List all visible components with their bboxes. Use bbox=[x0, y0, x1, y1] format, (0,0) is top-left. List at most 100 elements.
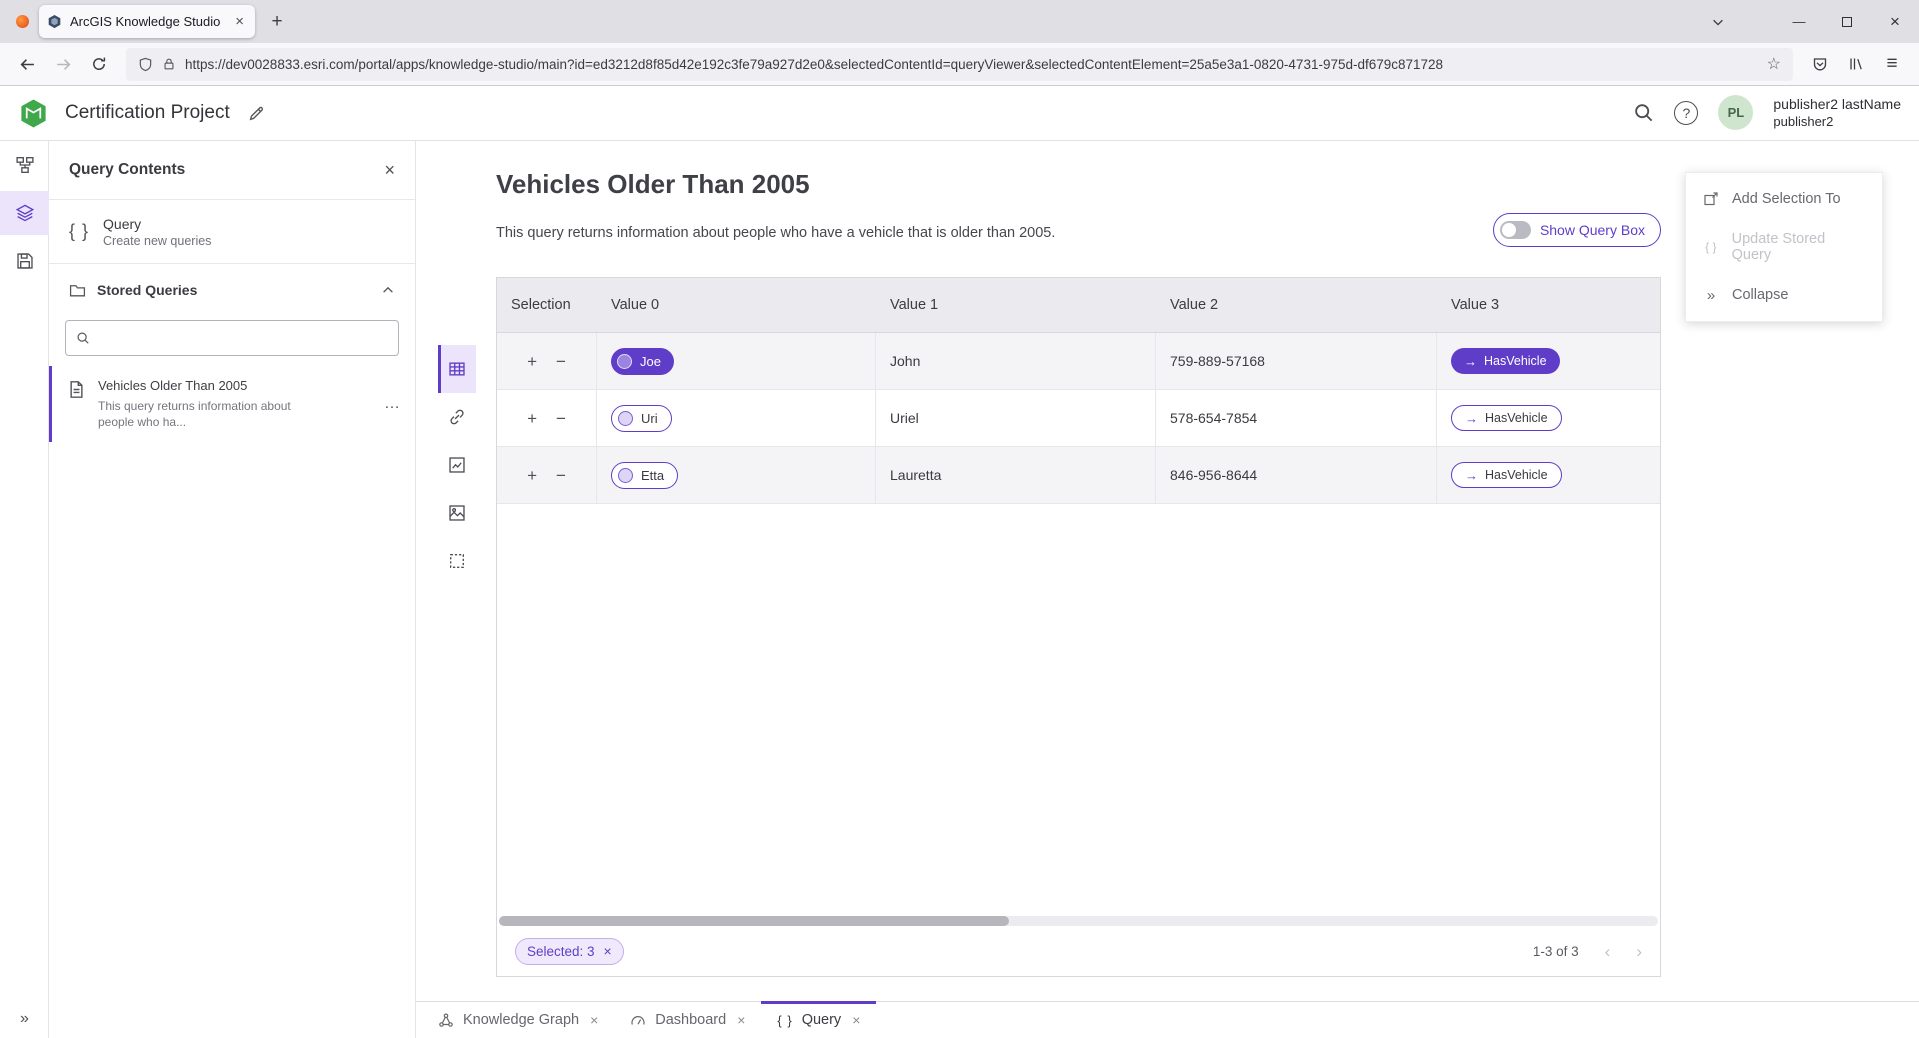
url-text[interactable]: https://dev0028833.esri.com/portal/apps/… bbox=[185, 57, 1758, 72]
library-icon[interactable] bbox=[1839, 48, 1873, 80]
horizontal-scrollbar[interactable] bbox=[499, 916, 1658, 926]
url-bar[interactable]: https://dev0028833.esri.com/portal/apps/… bbox=[126, 48, 1793, 81]
panel-close-icon[interactable]: × bbox=[384, 160, 395, 181]
stored-queries-search[interactable] bbox=[65, 320, 399, 356]
menu-item-label: Add Selection To bbox=[1732, 191, 1841, 207]
entity-label: Etta bbox=[641, 468, 664, 483]
show-query-box-label: Show Query Box bbox=[1540, 222, 1645, 238]
table-row[interactable]: + − Uri Uriel 578-654-7854 → bbox=[497, 390, 1660, 447]
tab-dashboard[interactable]: Dashboard × bbox=[614, 1002, 761, 1038]
chart-view-icon[interactable] bbox=[438, 441, 476, 489]
clear-selection-icon[interactable]: × bbox=[604, 943, 612, 959]
braces-icon: { } bbox=[1702, 240, 1720, 254]
entity-circle-icon bbox=[618, 468, 633, 483]
view-toolbar bbox=[438, 345, 476, 585]
minimize-button[interactable]: — bbox=[1775, 0, 1823, 43]
next-page-icon[interactable]: › bbox=[1636, 943, 1642, 960]
remove-from-selection-button[interactable]: − bbox=[556, 467, 566, 484]
search-icon[interactable] bbox=[1633, 102, 1654, 123]
relationship-pill[interactable]: → HasVehicle bbox=[1451, 405, 1562, 431]
tab-close-icon[interactable]: × bbox=[232, 13, 247, 30]
map-view-icon[interactable] bbox=[438, 489, 476, 537]
hamburger-menu-icon[interactable]: ≡ bbox=[1875, 48, 1909, 80]
folder-icon bbox=[69, 282, 86, 299]
selected-count-chip[interactable]: Selected: 3 × bbox=[515, 938, 624, 965]
tracking-shield-icon[interactable] bbox=[138, 57, 153, 72]
help-icon[interactable]: ? bbox=[1674, 101, 1698, 125]
braces-icon: { } bbox=[777, 1013, 792, 1028]
layers-icon[interactable] bbox=[0, 191, 49, 235]
previous-page-icon[interactable]: ‹ bbox=[1605, 943, 1611, 960]
link-chart-view-icon[interactable] bbox=[438, 393, 476, 441]
close-tab-icon[interactable]: × bbox=[737, 1012, 745, 1028]
maximize-button[interactable] bbox=[1823, 0, 1871, 43]
expand-panel-icon[interactable]: » bbox=[0, 1010, 49, 1028]
entity-pill[interactable]: Etta bbox=[611, 462, 678, 489]
selection-tool-icon[interactable] bbox=[438, 537, 476, 585]
table-row[interactable]: + − Joe John 759-889-57168 → bbox=[497, 333, 1660, 390]
add-selection-icon bbox=[1702, 191, 1720, 207]
user-name: publisher2 lastName bbox=[1773, 95, 1901, 113]
options-context-menu: Add Selection To { } Update Stored Query… bbox=[1685, 172, 1883, 322]
menu-item-update-stored-query[interactable]: { } Update Stored Query bbox=[1686, 223, 1882, 271]
browser-tab[interactable]: ArcGIS Knowledge Studio × bbox=[39, 5, 255, 38]
tab-label: Knowledge Graph bbox=[463, 1012, 579, 1028]
chevron-up-icon[interactable] bbox=[381, 283, 395, 297]
entity-label: Uri bbox=[641, 411, 658, 426]
save-icon[interactable] bbox=[0, 239, 49, 283]
remove-from-selection-button[interactable]: − bbox=[556, 410, 566, 427]
relationship-pill[interactable]: → HasVehicle bbox=[1451, 462, 1562, 488]
entity-pill[interactable]: Uri bbox=[611, 405, 672, 432]
table-footer: Selected: 3 × 1-3 of 3 ‹ › bbox=[497, 926, 1660, 976]
new-query-item[interactable]: { } Query Create new queries bbox=[49, 200, 415, 264]
save-to-pocket-icon[interactable] bbox=[1803, 48, 1837, 80]
search-input[interactable] bbox=[98, 331, 388, 346]
app-body: » Query Contents × { } Query Create new … bbox=[0, 141, 1919, 1038]
new-query-title: Query bbox=[103, 216, 211, 232]
cell-value: 846-956-8644 bbox=[1170, 467, 1257, 483]
add-to-selection-button[interactable]: + bbox=[527, 467, 537, 484]
menu-item-add-selection-to[interactable]: Add Selection To bbox=[1686, 175, 1882, 223]
show-query-box-control[interactable]: Show Query Box bbox=[1493, 213, 1661, 247]
tab-list-chevron-icon[interactable] bbox=[1701, 6, 1735, 38]
show-query-box-toggle[interactable] bbox=[1500, 221, 1531, 239]
close-tab-icon[interactable]: × bbox=[852, 1012, 860, 1028]
tab-label: Query bbox=[802, 1012, 842, 1028]
tab-knowledge-graph[interactable]: Knowledge Graph × bbox=[422, 1002, 614, 1038]
stored-queries-title: Stored Queries bbox=[97, 282, 370, 298]
tab-query[interactable]: { } Query × bbox=[761, 1002, 876, 1038]
stored-query-item[interactable]: Vehicles Older Than 2005 This query retu… bbox=[49, 366, 415, 442]
project-title: Certification Project bbox=[65, 102, 230, 124]
table-row[interactable]: + − Etta Lauretta 846-956-8644 → bbox=[497, 447, 1660, 504]
close-window-button[interactable]: × bbox=[1871, 0, 1919, 43]
avatar[interactable]: PL bbox=[1718, 95, 1753, 130]
entity-pill[interactable]: Joe bbox=[611, 348, 674, 375]
app-header: Certification Project ? PL publisher2 la… bbox=[0, 86, 1919, 141]
user-menu[interactable]: publisher2 lastName publisher2 bbox=[1773, 95, 1901, 130]
data-model-icon[interactable] bbox=[0, 143, 49, 187]
window-controls: — × bbox=[1775, 0, 1919, 43]
menu-item-collapse[interactable]: » Collapse bbox=[1686, 271, 1882, 319]
add-to-selection-button[interactable]: + bbox=[527, 410, 537, 427]
stored-queries-header[interactable]: Stored Queries bbox=[49, 264, 415, 316]
column-header-value3: Value 3 bbox=[1437, 297, 1660, 313]
search-icon bbox=[76, 331, 90, 345]
table-view-icon[interactable] bbox=[438, 345, 476, 393]
options-ellipsis-icon[interactable]: … bbox=[384, 395, 401, 413]
menu-item-label: Collapse bbox=[1732, 287, 1788, 303]
back-button[interactable] bbox=[10, 48, 44, 80]
refresh-button[interactable] bbox=[82, 48, 116, 80]
lock-icon[interactable] bbox=[162, 57, 176, 71]
forward-button[interactable] bbox=[46, 48, 80, 80]
add-to-selection-button[interactable]: + bbox=[527, 353, 537, 370]
relationship-pill[interactable]: → HasVehicle bbox=[1451, 348, 1560, 374]
remove-from-selection-button[interactable]: − bbox=[556, 353, 566, 370]
bookmark-star-icon[interactable]: ☆ bbox=[1767, 54, 1781, 74]
new-tab-button[interactable]: + bbox=[261, 6, 293, 38]
tab-title: ArcGIS Knowledge Studio bbox=[70, 14, 224, 29]
edit-title-pencil-icon[interactable] bbox=[248, 105, 265, 122]
horizontal-scrollbar-thumb[interactable] bbox=[499, 916, 1009, 926]
new-query-subtitle: Create new queries bbox=[103, 234, 211, 248]
close-tab-icon[interactable]: × bbox=[590, 1012, 598, 1028]
header-actions: ? PL publisher2 lastName publisher2 bbox=[1633, 95, 1901, 130]
